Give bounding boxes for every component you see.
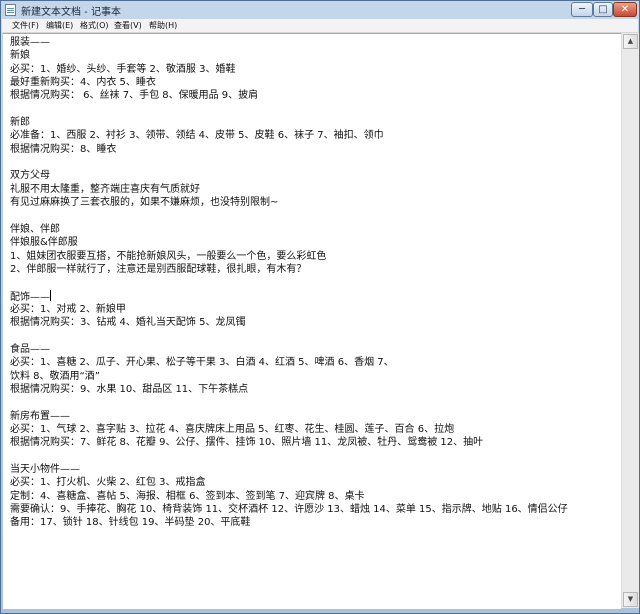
title-bar[interactable]: 新建文本文档 - 记事本 ─ □ ✕ bbox=[1, 1, 639, 19]
text-line[interactable]: 根据情况购买：3、钻戒 4、婚礼当天配饰 5、龙凤镯 bbox=[10, 316, 610, 329]
text-line[interactable]: 伴娘服&伴郎服 bbox=[10, 236, 610, 249]
text-line[interactable]: 必买：1、打火机、火柴 2、红包 3、戒指盒 bbox=[10, 476, 610, 489]
text-line[interactable]: 服装—— bbox=[10, 36, 610, 49]
text-line[interactable]: 根据情况购买：7、鲜花 8、花瓣 9、公仔、摆件、挂饰 10、照片墙 11、龙凤… bbox=[10, 436, 610, 449]
minimize-button[interactable]: ─ bbox=[571, 2, 593, 17]
scroll-down-arrow-icon[interactable]: ▼ bbox=[623, 592, 638, 607]
menu-bar: 文件(F) 编辑(E) 格式(O) 查看(V) 帮助(H) bbox=[2, 19, 638, 33]
text-line[interactable]: 定制：4、喜糖盒、喜帖 5、海报、相框 6、签到本、签到笔 7、迎宾牌 8、桌卡 bbox=[10, 490, 610, 503]
text-line[interactable]: 2、伴郎服一样就行了，注意还是别西服配球鞋，很扎眼，有木有？ bbox=[10, 263, 610, 276]
menu-help[interactable]: 帮助(H) bbox=[148, 19, 178, 32]
text-line[interactable]: 必买：1、喜糖 2、瓜子、开心果、松子等干果 3、白酒 4、红酒 5、啤酒 6、… bbox=[10, 356, 610, 369]
text-line[interactable]: 根据情况购买： 6、丝袜 7、手包 8、保暖用品 9、披肩 bbox=[10, 89, 610, 102]
menu-format[interactable]: 格式(O) bbox=[79, 19, 110, 32]
text-line[interactable] bbox=[10, 156, 610, 169]
vertical-scrollbar[interactable]: ▲ ▼ bbox=[621, 33, 639, 608]
text-line[interactable] bbox=[10, 103, 610, 116]
text-line[interactable]: 双方父母 bbox=[10, 169, 610, 182]
text-line[interactable] bbox=[10, 209, 610, 222]
text-line[interactable]: 新房布置—— bbox=[10, 410, 610, 423]
text-cursor bbox=[50, 289, 51, 301]
text-line[interactable]: 新郎 bbox=[10, 116, 610, 129]
text-line[interactable]: 根据情况购买：8、睡衣 bbox=[10, 143, 610, 156]
text-line[interactable]: 新娘 bbox=[10, 49, 610, 62]
text-line[interactable]: 伴娘、伴郎 bbox=[10, 223, 610, 236]
text-line[interactable] bbox=[10, 450, 610, 463]
text-line[interactable]: 当天小物件—— bbox=[10, 463, 610, 476]
text-line[interactable] bbox=[10, 276, 610, 289]
text-line[interactable]: 饮料 8、敬酒用“酒” bbox=[10, 370, 610, 383]
text-line[interactable]: 必买：1、婚纱、头纱、手套等 2、敬酒服 3、婚鞋 bbox=[10, 63, 610, 76]
close-button[interactable]: ✕ bbox=[613, 2, 637, 17]
text-line[interactable]: 1、姐妹团衣服要互搭，不能抢新娘风头，一般要么一个色，要么彩虹色 bbox=[10, 250, 610, 263]
document-text[interactable]: 服装—— 新娘 必买：1、婚纱、头纱、手套等 2、敬酒服 3、婚鞋 最好重新购买：4、… bbox=[10, 36, 610, 530]
text-line[interactable]: 配饰—— bbox=[10, 289, 610, 303]
scroll-track[interactable] bbox=[623, 50, 638, 591]
text-line[interactable]: 需要确认：9、手捧花、胸花 10、椅背装饰 11、交杯酒杯 12、许愿沙 13、… bbox=[10, 503, 610, 516]
maximize-button[interactable]: □ bbox=[593, 2, 613, 17]
text-line[interactable]: 礼服不用太隆重，整齐端庄喜庆有气质就好 bbox=[10, 183, 610, 196]
text-line[interactable] bbox=[10, 396, 610, 409]
menu-file[interactable]: 文件(F) bbox=[11, 19, 40, 32]
scroll-up-arrow-icon[interactable]: ▲ bbox=[623, 34, 638, 49]
window-title: 新建文本文档 - 记事本 bbox=[21, 7, 121, 18]
text-line[interactable]: 必准备：1、西服 2、衬衫 3、领带、领结 4、皮带 5、皮鞋 6、袜子 7、袖… bbox=[10, 129, 610, 142]
text-editor[interactable]: 服装—— 新娘 必买：1、婚纱、头纱、手套等 2、敬酒服 3、婚鞋 最好重新购买：4、… bbox=[3, 33, 621, 609]
text-line[interactable]: 必买：1、对戒 2、新娘甲 bbox=[10, 303, 610, 316]
text-line[interactable] bbox=[10, 330, 610, 343]
text-line[interactable]: 最好重新购买：4、内衣 5、睡衣 bbox=[10, 76, 610, 89]
notepad-window: 新建文本文档 - 记事本 ─ □ ✕ 文件(F) 编辑(E) 格式(O) 查看(… bbox=[0, 0, 640, 614]
menu-view[interactable]: 查看(V) bbox=[113, 19, 143, 32]
text-line[interactable]: 根据情况购买：9、水果 10、甜品区 11、下午茶糕点 bbox=[10, 383, 610, 396]
text-line[interactable]: 食品—— bbox=[10, 343, 610, 356]
menu-edit[interactable]: 编辑(E) bbox=[45, 19, 74, 32]
notepad-app-icon[interactable] bbox=[5, 4, 16, 16]
text-line[interactable]: 必买：1、气球 2、喜字贴 3、拉花 4、喜庆牌床上用品 5、红枣、花生、桂圆、… bbox=[10, 423, 610, 436]
text-line[interactable]: 备用：17、锁针 18、针线包 19、半码垫 20、平底鞋 bbox=[10, 516, 610, 529]
text-line[interactable]: 有见过麻麻换了三套衣服的，如果不嫌麻烦，也没特别限制~ bbox=[10, 196, 610, 209]
